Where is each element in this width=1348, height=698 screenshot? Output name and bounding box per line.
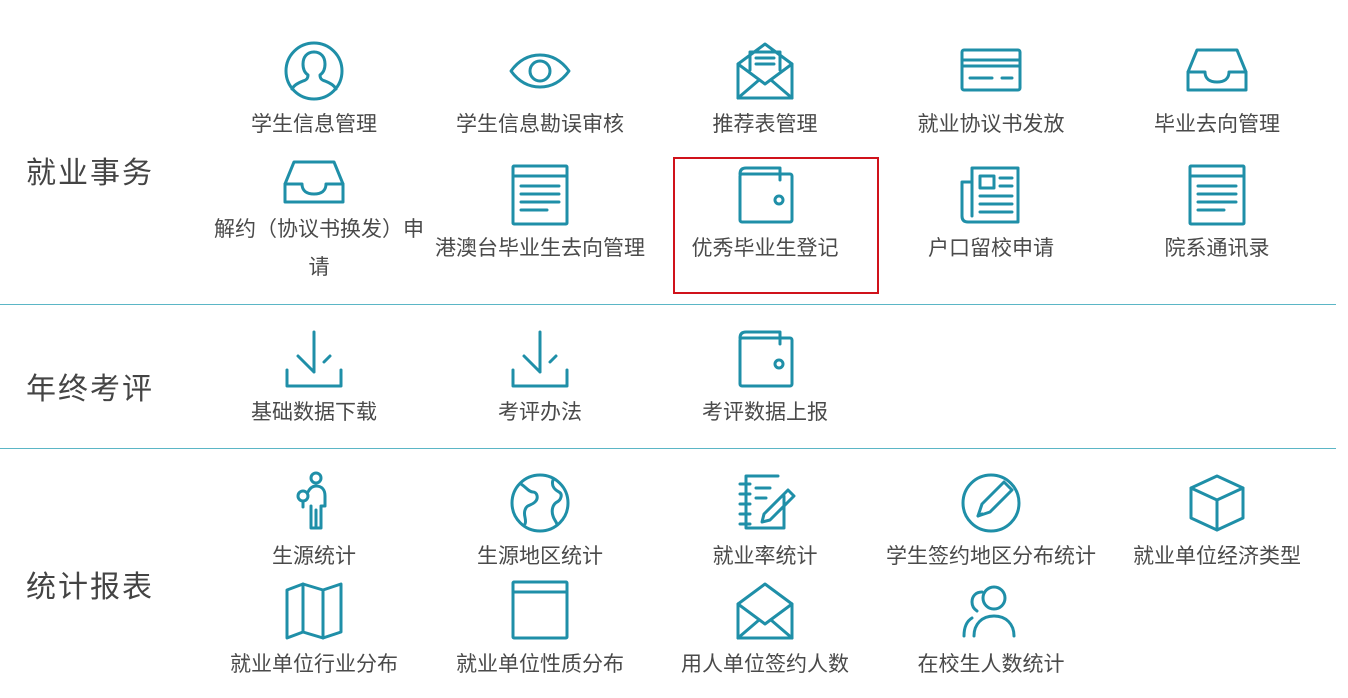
menu-item-label: 就业单位性质分布 xyxy=(456,652,624,676)
section-divider xyxy=(0,304,1336,305)
cube-icon xyxy=(1184,470,1250,536)
section-title-statistical-reports: 统计报表 xyxy=(26,570,154,605)
menu-item-label: 推荐表管理 xyxy=(712,112,818,136)
envelope-letter-icon xyxy=(732,38,798,104)
menu-item-graduation-destination[interactable]: 毕业去向管理 xyxy=(1104,38,1330,148)
menu-item-recommendation-form[interactable]: 推荐表管理 xyxy=(652,38,878,148)
menu-item-source-region-stats[interactable]: 生源地区统计 xyxy=(427,470,653,580)
eye-icon xyxy=(507,38,573,104)
menu-item-label: 就业协议书发放 xyxy=(917,112,1065,136)
menu-item-enrolled-student-count[interactable]: 在校生人数统计 xyxy=(878,578,1104,688)
menu-item-label: 生源地区统计 xyxy=(477,544,603,568)
credit-card-icon xyxy=(958,38,1024,104)
selection-highlight-box xyxy=(673,157,879,294)
menu-item-employer-industry-distribution[interactable]: 就业单位行业分布 xyxy=(201,578,427,688)
menu-item-label: 港澳台毕业生去向管理 xyxy=(435,236,645,260)
menu-item-label: 学生信息管理 xyxy=(251,112,377,136)
menu-item-label: 在校生人数统计 xyxy=(917,652,1065,676)
menu-item-employment-rate-stats[interactable]: 就业率统计 xyxy=(652,470,878,580)
inbox-tray-icon xyxy=(281,150,347,216)
menu-item-label: 毕业去向管理 xyxy=(1154,112,1280,136)
menu-item-label: 生源统计 xyxy=(272,544,356,568)
section-title-annual-evaluation: 年终考评 xyxy=(26,372,154,407)
menu-item-label: 就业率统计 xyxy=(712,544,818,568)
download-icon xyxy=(507,326,573,392)
folded-map-icon xyxy=(281,578,347,644)
menu-item-employer-signing-count[interactable]: 用人单位签约人数 xyxy=(652,578,878,688)
menu-item-evaluation-method[interactable]: 考评办法 xyxy=(427,326,653,436)
users-group-icon xyxy=(958,578,1024,644)
menu-item-contract-termination[interactable]: 解约（协议书换发）申请 xyxy=(201,150,427,285)
menu-item-label: 考评数据上报 xyxy=(702,400,828,424)
menu-item-hmt-graduate-destination[interactable]: 港澳台毕业生去向管理 xyxy=(427,162,653,272)
inbox-tray-icon xyxy=(1184,38,1250,104)
document-window-icon xyxy=(507,162,573,228)
menu-item-label: 户口留校申请 xyxy=(928,236,1054,260)
menu-item-basic-data-download[interactable]: 基础数据下载 xyxy=(201,326,427,436)
menu-item-employer-nature-distribution[interactable]: 就业单位性质分布 xyxy=(427,578,653,688)
menu-item-student-info-correction[interactable]: 学生信息勘误审核 xyxy=(427,38,653,148)
menu-item-label: 考评办法 xyxy=(498,400,582,424)
newspaper-icon xyxy=(958,162,1024,228)
menu-item-hukou-retention[interactable]: 户口留校申请 xyxy=(878,162,1104,272)
menu-item-label: 学生信息勘误审核 xyxy=(456,112,624,136)
document-window-icon xyxy=(1184,162,1250,228)
menu-item-department-directory[interactable]: 院系通讯录 xyxy=(1104,162,1330,272)
menu-item-label: 解约（协议书换发）申请 xyxy=(214,217,424,279)
menu-item-student-info-management[interactable]: 学生信息管理 xyxy=(201,38,427,148)
user-avatar-icon xyxy=(281,38,347,104)
menu-item-evaluation-data-report[interactable]: 考评数据上报 xyxy=(652,326,878,436)
globe-icon xyxy=(507,470,573,536)
menu-item-label: 用人单位签约人数 xyxy=(681,652,849,676)
notebook-pen-icon xyxy=(732,470,798,536)
section-title-employment-affairs: 就业事务 xyxy=(26,156,154,191)
menu-item-signing-region-stats[interactable]: 学生签约地区分布统计 xyxy=(878,470,1104,580)
open-envelope-icon xyxy=(732,578,798,644)
menu-item-label: 就业单位行业分布 xyxy=(230,652,398,676)
menu-item-label: 学生签约地区分布统计 xyxy=(886,544,1096,568)
menu-item-student-source-stats[interactable]: 生源统计 xyxy=(201,470,427,580)
section-divider xyxy=(0,448,1336,449)
menu-item-label: 就业单位经济类型 xyxy=(1133,544,1301,568)
person-pin-icon xyxy=(281,470,347,536)
menu-item-label: 院系通讯录 xyxy=(1164,236,1270,260)
browser-window-icon xyxy=(507,578,573,644)
menu-item-label: 基础数据下载 xyxy=(251,400,377,424)
wallet-icon xyxy=(732,326,798,392)
menu-item-agreement-distribution[interactable]: 就业协议书发放 xyxy=(878,38,1104,148)
menu-item-employer-economic-type[interactable]: 就业单位经济类型 xyxy=(1104,470,1330,580)
pencil-circle-icon xyxy=(958,470,1024,536)
download-icon xyxy=(281,326,347,392)
